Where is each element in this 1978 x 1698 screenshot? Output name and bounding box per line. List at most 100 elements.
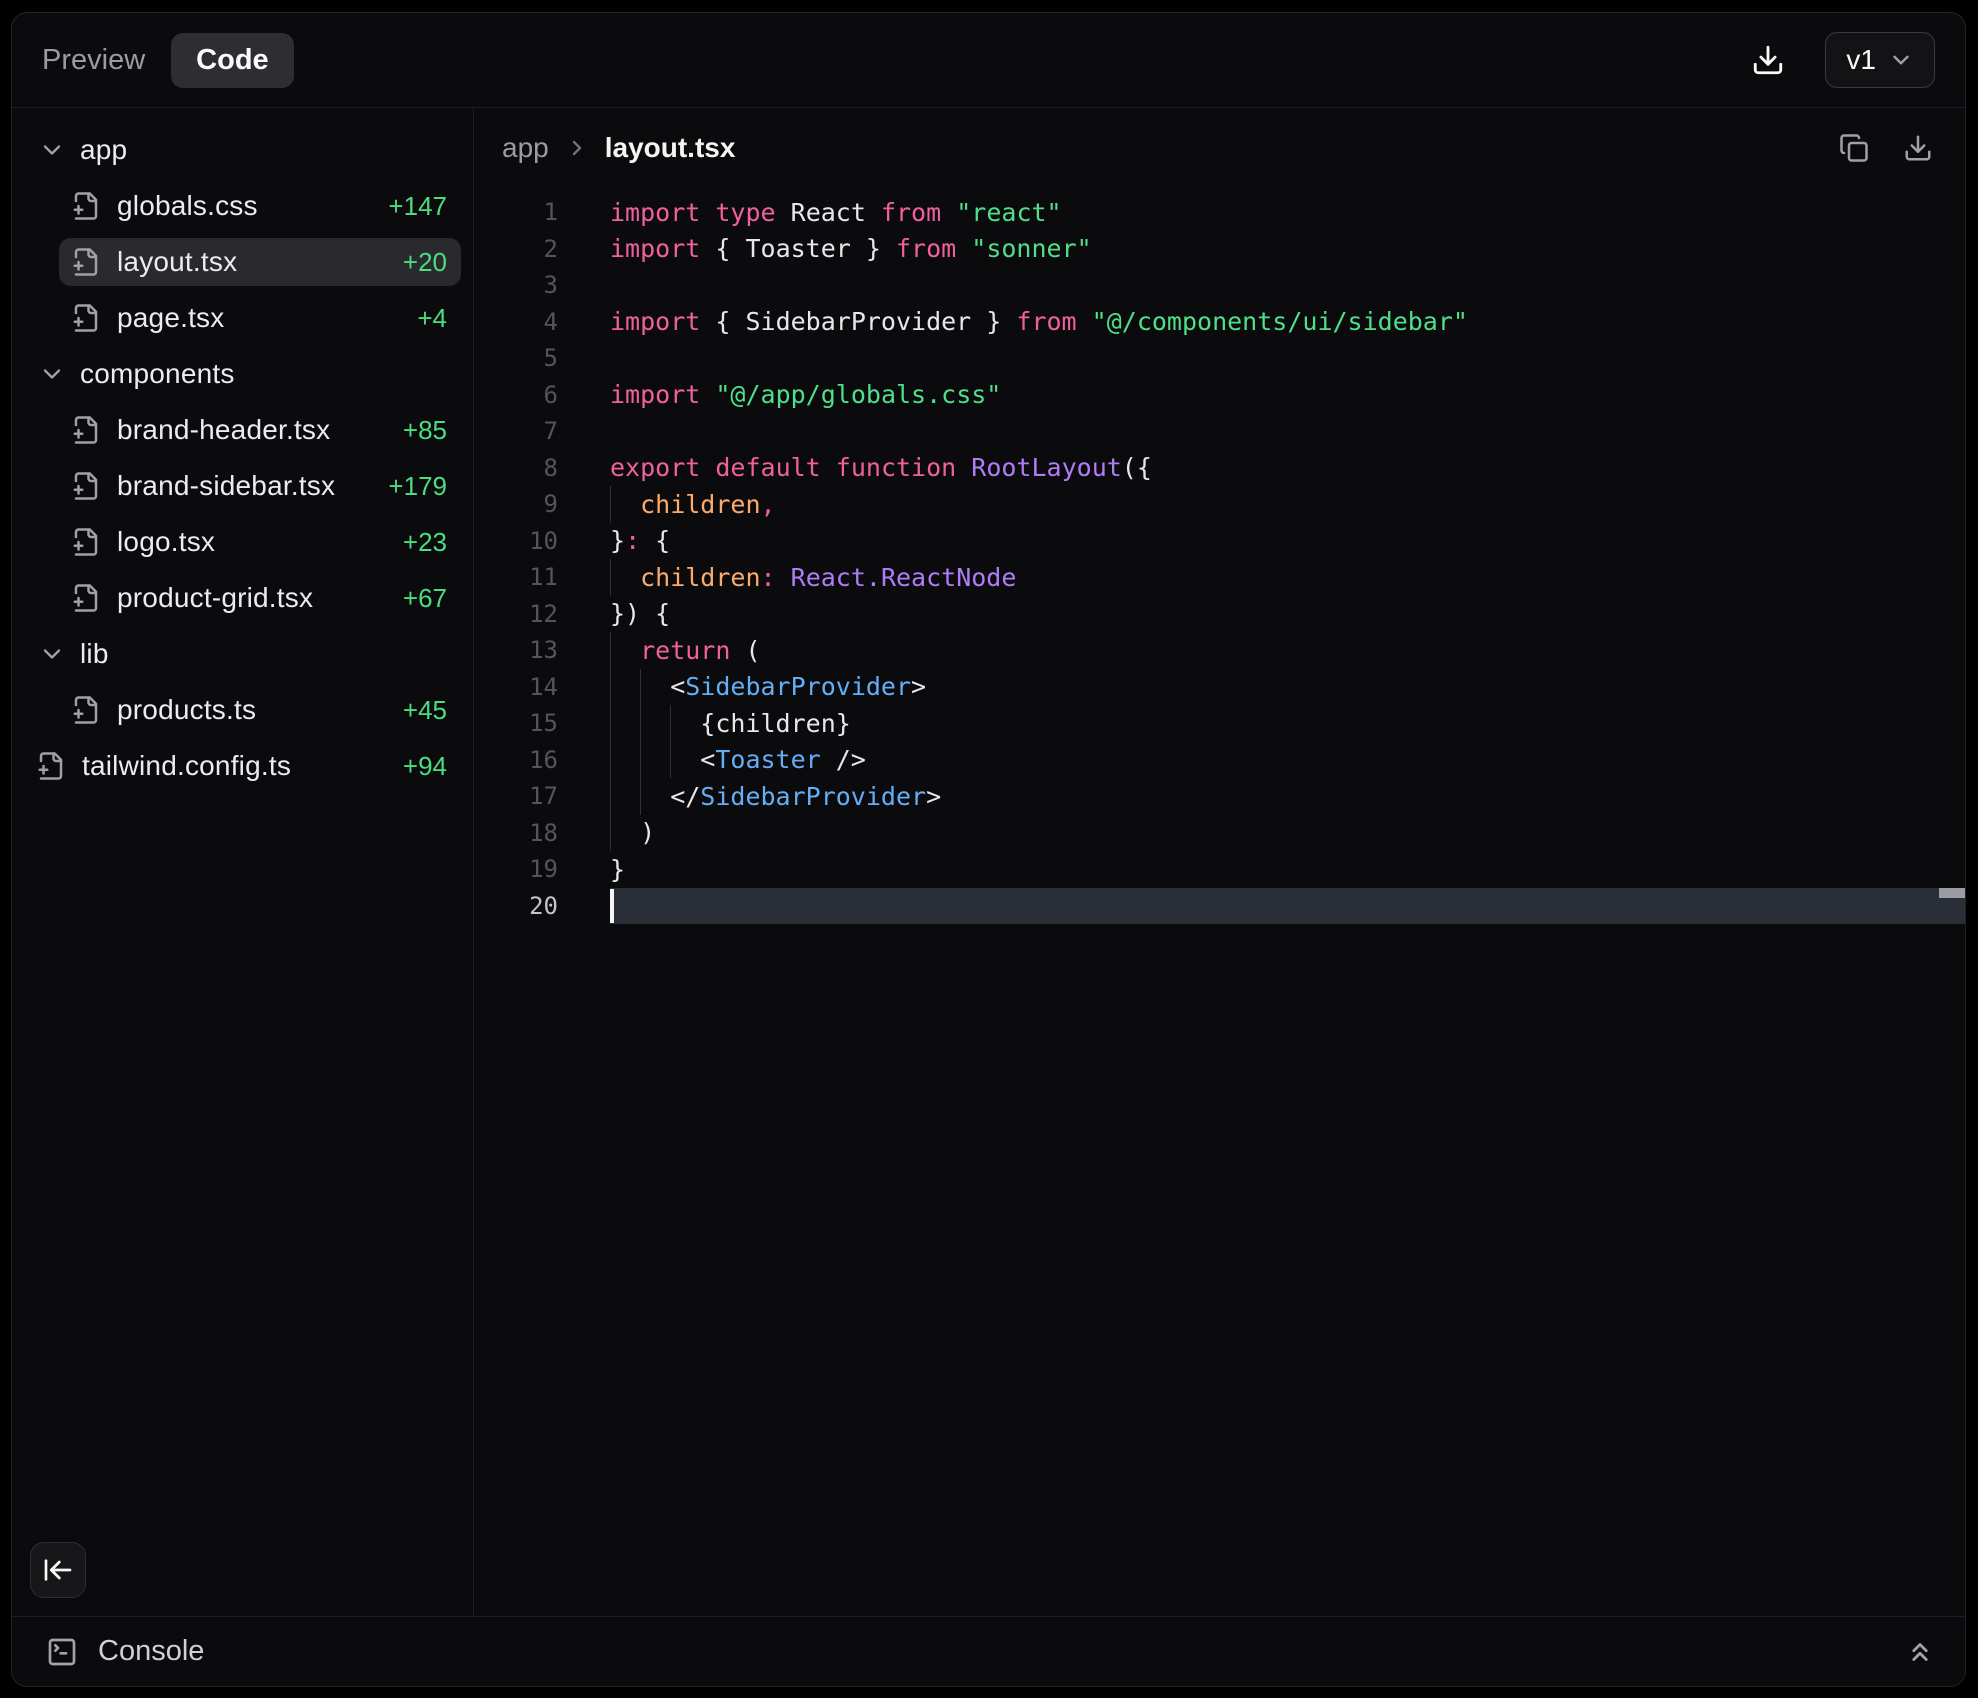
tab-preview[interactable]: Preview bbox=[42, 44, 145, 77]
code-line-8[interactable]: 8 export default function RootLayout({ bbox=[474, 450, 1965, 487]
token-pln: }) { bbox=[610, 599, 670, 628]
code-line-1[interactable]: 1import type React from "react" bbox=[474, 194, 1965, 231]
line-number: 19 bbox=[474, 855, 558, 883]
terminal-icon bbox=[46, 1636, 78, 1668]
code-line-9[interactable]: 9children, bbox=[474, 486, 1965, 523]
token-str: "sonner" bbox=[971, 234, 1091, 263]
chevron-right-icon bbox=[565, 136, 589, 160]
code-area[interactable]: 1import type React from "react"2import {… bbox=[474, 188, 1965, 1616]
scrollbar-thumb[interactable] bbox=[1939, 888, 1965, 898]
tree-file-logo.tsx[interactable]: logo.tsx +23 bbox=[59, 518, 461, 566]
code-line-14[interactable]: 14<SidebarProvider> bbox=[474, 669, 1965, 706]
line-number: 8 bbox=[474, 454, 558, 482]
token-pln bbox=[700, 380, 715, 409]
tree-file-layout.tsx[interactable]: layout.tsx+20 bbox=[59, 238, 461, 286]
code-line-17[interactable]: 17</SidebarProvider> bbox=[474, 778, 1965, 815]
tree-file-brand-sidebar.tsx[interactable]: brand-sidebar.tsx+179 bbox=[59, 462, 461, 510]
tab-code[interactable]: Code bbox=[171, 33, 294, 88]
token-kw: from bbox=[881, 198, 941, 227]
code-line-11[interactable]: 11children: React.ReactNode bbox=[474, 559, 1965, 596]
code-line-10[interactable]: 10}: { bbox=[474, 523, 1965, 560]
diff-added-count: +23 bbox=[403, 527, 461, 558]
code-line-3[interactable]: 3 bbox=[474, 267, 1965, 304]
copy-code-button[interactable] bbox=[1839, 133, 1869, 163]
version-dropdown[interactable]: v1 bbox=[1825, 32, 1935, 88]
code-line-7[interactable]: 7 bbox=[474, 413, 1965, 450]
token-pln: < bbox=[700, 745, 715, 774]
line-content: export default function RootLayout({ bbox=[610, 450, 1965, 487]
tree-folder-app[interactable]: app bbox=[24, 126, 461, 174]
expand-console-button[interactable] bbox=[1905, 1637, 1935, 1667]
breadcrumb-file: layout.tsx bbox=[605, 132, 736, 164]
token-type: RootLayout bbox=[971, 453, 1122, 482]
line-content: } bbox=[610, 851, 1965, 888]
line-number: 14 bbox=[474, 673, 558, 701]
file-label: logo.tsx bbox=[117, 526, 215, 558]
line-number: 6 bbox=[474, 381, 558, 409]
code-line-2[interactable]: 2import { Toaster } from "sonner" bbox=[474, 231, 1965, 268]
tree-file-brand-header.tsx[interactable]: brand-header.tsx+85 bbox=[59, 406, 461, 454]
breadcrumb-folder[interactable]: app bbox=[502, 132, 549, 164]
code-line-5[interactable]: 5 bbox=[474, 340, 1965, 377]
line-content: ) bbox=[610, 815, 1965, 852]
code-line-6[interactable]: 6import "@/app/globals.css" bbox=[474, 377, 1965, 414]
code-line-4[interactable]: 4import { SidebarProvider } from "@/comp… bbox=[474, 304, 1965, 341]
token-pln: /> bbox=[821, 745, 866, 774]
token-pln: { Toaster } bbox=[700, 234, 896, 263]
token-pln: < bbox=[670, 672, 685, 701]
code-line-16[interactable]: 16<Toaster /> bbox=[474, 742, 1965, 779]
file-label: tailwind.config.ts bbox=[82, 750, 291, 782]
line-content: import { Toaster } from "sonner" bbox=[610, 231, 1965, 268]
line-content: }) { bbox=[610, 596, 1965, 633]
token-pln: { bbox=[640, 526, 670, 555]
token-pln bbox=[941, 198, 956, 227]
file-plus-icon bbox=[71, 471, 101, 501]
console-bar[interactable]: Console bbox=[12, 1616, 1965, 1686]
tree-file-product-grid.tsx[interactable]: product-grid.tsx+67 bbox=[59, 574, 461, 622]
code-line-12[interactable]: 12}) { bbox=[474, 596, 1965, 633]
token-str: "react" bbox=[956, 198, 1061, 227]
line-number: 10 bbox=[474, 527, 558, 555]
code-line-13[interactable]: 13return ( bbox=[474, 632, 1965, 669]
code-line-18[interactable]: 18) bbox=[474, 815, 1965, 852]
code-line-15[interactable]: 15{children} bbox=[474, 705, 1965, 742]
token-pln bbox=[700, 453, 715, 482]
file-plus-icon bbox=[71, 415, 101, 445]
line-number: 17 bbox=[474, 782, 558, 810]
code-line-20[interactable]: 20 bbox=[474, 888, 1965, 925]
token-kw: import bbox=[610, 198, 700, 227]
line-content: {children} bbox=[610, 705, 1965, 742]
diff-added-count: +4 bbox=[417, 303, 461, 334]
line-number: 11 bbox=[474, 563, 558, 591]
app-panel: Preview Code v1 app globals.css +147 layout… bbox=[11, 12, 1966, 1687]
top-toolbar: Preview Code v1 bbox=[12, 13, 1965, 108]
file-label: globals.css bbox=[117, 190, 258, 222]
file-label: brand-header.tsx bbox=[117, 414, 330, 446]
token-kw: type bbox=[715, 198, 775, 227]
token-kw: function bbox=[836, 453, 956, 482]
tree-folder-lib[interactable]: lib bbox=[24, 630, 461, 678]
download-code-button[interactable] bbox=[1903, 133, 1933, 163]
tree-folder-components[interactable]: components bbox=[24, 350, 461, 398]
token-pln: React bbox=[776, 198, 881, 227]
code-line-19[interactable]: 19} bbox=[474, 851, 1965, 888]
tree-file-globals.css[interactable]: globals.css +147 bbox=[59, 182, 461, 230]
folder-label: components bbox=[80, 358, 235, 390]
collapse-sidebar-button[interactable] bbox=[30, 1542, 86, 1598]
file-label: layout.tsx bbox=[117, 246, 237, 278]
tree-file-page.tsx[interactable]: page.tsx+4 bbox=[59, 294, 461, 342]
token-tag: Toaster bbox=[715, 745, 820, 774]
tree-file-products.ts[interactable]: products.ts+45 bbox=[59, 686, 461, 734]
token-kw: import bbox=[610, 380, 700, 409]
indent-guide bbox=[670, 742, 700, 779]
indent-guide bbox=[610, 559, 640, 596]
token-pln: } bbox=[610, 526, 625, 555]
diff-added-count: +147 bbox=[388, 191, 461, 222]
tree-file-tailwind.config.ts[interactable]: tailwind.config.ts +94 bbox=[24, 742, 461, 790]
token-kw: , bbox=[761, 490, 776, 519]
file-plus-icon bbox=[71, 303, 101, 333]
text-cursor bbox=[610, 889, 614, 923]
diff-added-count: +94 bbox=[403, 751, 461, 782]
download-button[interactable] bbox=[1751, 43, 1785, 77]
line-content bbox=[610, 340, 1965, 377]
